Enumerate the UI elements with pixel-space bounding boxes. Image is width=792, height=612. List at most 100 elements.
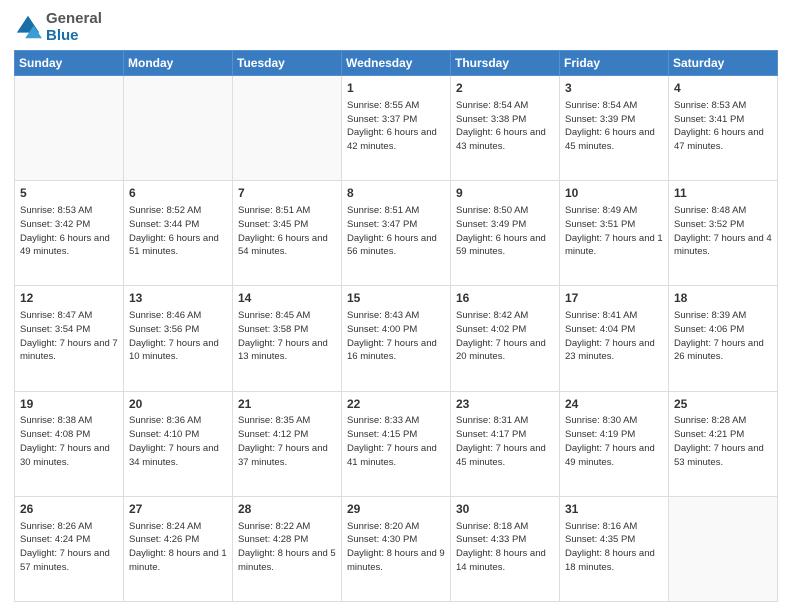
calendar-cell: 24Sunrise: 8:30 AM Sunset: 4:19 PM Dayli…	[560, 391, 669, 496]
calendar-cell: 10 Sunrise: 8:49 AM Sunset: 3:51 PM Dayli…	[560, 181, 669, 286]
day-info: Sunrise: 8:41 AM Sunset: 4:04 PM Dayligh…	[565, 309, 663, 364]
calendar-table: SundayMondayTuesdayWednesdayThursdayFrid…	[14, 50, 778, 602]
day-number: 9	[456, 185, 554, 202]
calendar-header-sunday: Sunday	[15, 51, 124, 76]
calendar-cell: 31Sunrise: 8:16 AM Sunset: 4:35 PM Dayli…	[560, 496, 669, 601]
calendar-header-wednesday: Wednesday	[342, 51, 451, 76]
day-info: Sunrise: 8:54 AM Sunset: 3:38 PM Dayligh…	[456, 99, 554, 154]
day-info: Sunrise: 8:38 AM Sunset: 4:08 PM Dayligh…	[20, 414, 118, 469]
calendar-week-5: 26 Sunrise: 8:26 AM Sunset: 4:24 PM Dayli…	[15, 496, 778, 601]
day-number: 23	[456, 396, 554, 413]
day-number: 21	[238, 396, 336, 413]
day-info: Sunrise: 8:51 AM Sunset: 3:45 PM Dayligh…	[238, 204, 336, 259]
calendar-cell: 1 Sunrise: 8:55 AM Sunset: 3:37 PM Daylig…	[342, 76, 451, 181]
day-number: 26	[20, 501, 118, 518]
calendar-header-monday: Monday	[124, 51, 233, 76]
day-info: Sunrise: 8:22 AM Sunset: 4:28 PM Dayligh…	[238, 520, 336, 575]
day-info: Sunrise: 8:49 AM Sunset: 3:51 PM Dayligh…	[565, 204, 663, 259]
day-info: Sunrise: 8:50 AM Sunset: 3:49 PM Dayligh…	[456, 204, 554, 259]
calendar-week-3: 12 Sunrise: 8:47 AM Sunset: 3:54 PM Dayli…	[15, 286, 778, 391]
calendar-cell: 25Sunrise: 8:28 AM Sunset: 4:21 PM Dayli…	[669, 391, 778, 496]
day-number: 11	[674, 185, 772, 202]
day-number: 15	[347, 290, 445, 307]
calendar-cell: 9 Sunrise: 8:50 AM Sunset: 3:49 PM Daylig…	[451, 181, 560, 286]
day-info: Sunrise: 8:54 AM Sunset: 3:39 PM Dayligh…	[565, 99, 663, 154]
calendar-cell: 7 Sunrise: 8:51 AM Sunset: 3:45 PM Daylig…	[233, 181, 342, 286]
day-info: Sunrise: 8:30 AM Sunset: 4:19 PM Dayligh…	[565, 414, 663, 469]
day-info: Sunrise: 8:35 AM Sunset: 4:12 PM Dayligh…	[238, 414, 336, 469]
day-info: Sunrise: 8:31 AM Sunset: 4:17 PM Dayligh…	[456, 414, 554, 469]
day-info: Sunrise: 8:47 AM Sunset: 3:54 PM Dayligh…	[20, 309, 118, 364]
day-number: 10	[565, 185, 663, 202]
calendar-header-friday: Friday	[560, 51, 669, 76]
calendar-cell: 29 Sunrise: 8:20 AM Sunset: 4:30 PM Dayli…	[342, 496, 451, 601]
day-info: Sunrise: 8:55 AM Sunset: 3:37 PM Dayligh…	[347, 99, 445, 154]
calendar-cell: 26 Sunrise: 8:26 AM Sunset: 4:24 PM Dayli…	[15, 496, 124, 601]
calendar-week-4: 19Sunrise: 8:38 AM Sunset: 4:08 PM Dayli…	[15, 391, 778, 496]
calendar-cell: 2 Sunrise: 8:54 AM Sunset: 3:38 PM Daylig…	[451, 76, 560, 181]
page: GeneralBlue SundayMondayTuesdayWednesday…	[0, 0, 792, 612]
calendar-cell	[15, 76, 124, 181]
day-info: Sunrise: 8:53 AM Sunset: 3:42 PM Dayligh…	[20, 204, 118, 259]
day-number: 16	[456, 290, 554, 307]
calendar-cell: 8 Sunrise: 8:51 AM Sunset: 3:47 PM Daylig…	[342, 181, 451, 286]
day-number: 4	[674, 80, 772, 97]
calendar-cell: 30 Sunrise: 8:18 AM Sunset: 4:33 PM Dayli…	[451, 496, 560, 601]
day-number: 22	[347, 396, 445, 413]
calendar-cell	[669, 496, 778, 601]
day-info: Sunrise: 8:28 AM Sunset: 4:21 PM Dayligh…	[674, 414, 772, 469]
calendar-cell: 20Sunrise: 8:36 AM Sunset: 4:10 PM Dayli…	[124, 391, 233, 496]
calendar-cell: 23Sunrise: 8:31 AM Sunset: 4:17 PM Dayli…	[451, 391, 560, 496]
day-number: 6	[129, 185, 227, 202]
day-number: 30	[456, 501, 554, 518]
calendar-cell: 15 Sunrise: 8:43 AM Sunset: 4:00 PM Dayli…	[342, 286, 451, 391]
day-number: 5	[20, 185, 118, 202]
day-info: Sunrise: 8:53 AM Sunset: 3:41 PM Dayligh…	[674, 99, 772, 154]
calendar-cell: 14Sunrise: 8:45 AM Sunset: 3:58 PM Dayli…	[233, 286, 342, 391]
calendar-cell: 21Sunrise: 8:35 AM Sunset: 4:12 PM Dayli…	[233, 391, 342, 496]
day-info: Sunrise: 8:52 AM Sunset: 3:44 PM Dayligh…	[129, 204, 227, 259]
calendar-week-2: 5 Sunrise: 8:53 AM Sunset: 3:42 PM Daylig…	[15, 181, 778, 286]
day-info: Sunrise: 8:42 AM Sunset: 4:02 PM Dayligh…	[456, 309, 554, 364]
day-info: Sunrise: 8:48 AM Sunset: 3:52 PM Dayligh…	[674, 204, 772, 259]
calendar-cell	[124, 76, 233, 181]
calendar-header-row: SundayMondayTuesdayWednesdayThursdayFrid…	[15, 51, 778, 76]
day-number: 2	[456, 80, 554, 97]
day-info: Sunrise: 8:51 AM Sunset: 3:47 PM Dayligh…	[347, 204, 445, 259]
day-number: 8	[347, 185, 445, 202]
day-number: 29	[347, 501, 445, 518]
logo: GeneralBlue	[14, 10, 102, 44]
day-info: Sunrise: 8:39 AM Sunset: 4:06 PM Dayligh…	[674, 309, 772, 364]
day-info: Sunrise: 8:18 AM Sunset: 4:33 PM Dayligh…	[456, 520, 554, 575]
day-number: 14	[238, 290, 336, 307]
day-info: Sunrise: 8:20 AM Sunset: 4:30 PM Dayligh…	[347, 520, 445, 575]
calendar-cell: 12 Sunrise: 8:47 AM Sunset: 3:54 PM Dayli…	[15, 286, 124, 391]
calendar-cell: 5 Sunrise: 8:53 AM Sunset: 3:42 PM Daylig…	[15, 181, 124, 286]
calendar-header-saturday: Saturday	[669, 51, 778, 76]
day-number: 7	[238, 185, 336, 202]
day-info: Sunrise: 8:43 AM Sunset: 4:00 PM Dayligh…	[347, 309, 445, 364]
day-number: 12	[20, 290, 118, 307]
calendar-header-tuesday: Tuesday	[233, 51, 342, 76]
day-number: 28	[238, 501, 336, 518]
calendar-cell: 28 Sunrise: 8:22 AM Sunset: 4:28 PM Dayli…	[233, 496, 342, 601]
calendar-cell: 13Sunrise: 8:46 AM Sunset: 3:56 PM Dayli…	[124, 286, 233, 391]
day-info: Sunrise: 8:36 AM Sunset: 4:10 PM Dayligh…	[129, 414, 227, 469]
day-number: 19	[20, 396, 118, 413]
day-number: 18	[674, 290, 772, 307]
calendar-week-1: 1 Sunrise: 8:55 AM Sunset: 3:37 PM Daylig…	[15, 76, 778, 181]
day-number: 1	[347, 80, 445, 97]
day-number: 24	[565, 396, 663, 413]
calendar-cell: 4 Sunrise: 8:53 AM Sunset: 3:41 PM Daylig…	[669, 76, 778, 181]
calendar-cell: 22Sunrise: 8:33 AM Sunset: 4:15 PM Dayli…	[342, 391, 451, 496]
calendar-cell	[233, 76, 342, 181]
day-info: Sunrise: 8:33 AM Sunset: 4:15 PM Dayligh…	[347, 414, 445, 469]
calendar-header-thursday: Thursday	[451, 51, 560, 76]
day-number: 31	[565, 501, 663, 518]
day-info: Sunrise: 8:26 AM Sunset: 4:24 PM Dayligh…	[20, 520, 118, 575]
calendar-cell: 3 Sunrise: 8:54 AM Sunset: 3:39 PM Daylig…	[560, 76, 669, 181]
day-number: 13	[129, 290, 227, 307]
calendar-cell: 6 Sunrise: 8:52 AM Sunset: 3:44 PM Daylig…	[124, 181, 233, 286]
header: GeneralBlue	[14, 10, 778, 44]
day-number: 3	[565, 80, 663, 97]
